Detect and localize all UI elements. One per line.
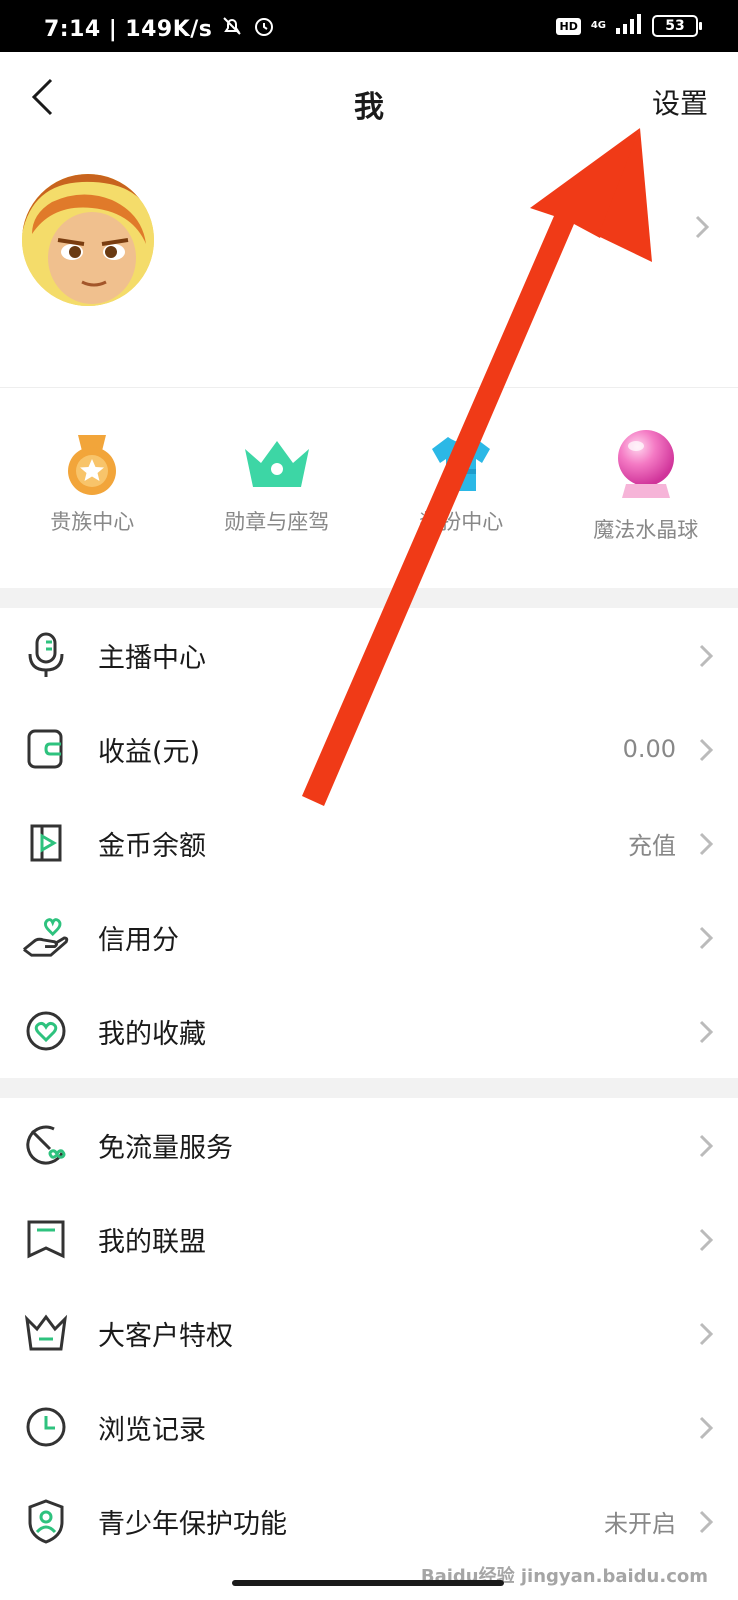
status-speed: 149K/s [125,16,213,42]
profile-card[interactable] [0,150,738,380]
chevron-right-icon [695,215,710,239]
recharge-link[interactable]: 充值 [628,826,676,861]
quick-links: 贵族中心 勋章与座驾 装扮中心 魔法水晶球 [0,410,738,580]
menu-row-alliance[interactable]: 我的联盟 [0,1192,738,1286]
status-left: 7:14 | 149K/s [44,14,276,44]
menu-row-credit-score[interactable]: 信用分 [0,890,738,984]
section-gap [0,1078,738,1098]
home-indicator[interactable] [232,1580,504,1586]
tshirt-icon [425,428,497,500]
chevron-right-icon [699,1134,714,1158]
data-free-icon [22,1121,70,1169]
hd-badge: HD [556,17,581,35]
menu-label: 信用分 [98,924,179,956]
menu-row-streamer-center[interactable]: 主播中心 [0,608,738,702]
microphone-icon [22,631,70,679]
page-title: 我 [354,90,384,125]
menu-row-history[interactable]: 浏览记录 [0,1380,738,1474]
quick-link-crystal-ball[interactable]: 魔法水晶球 [554,410,738,580]
network-type: 4G [590,20,606,31]
alarm-icon [252,14,276,44]
menu-label: 我的联盟 [98,1226,206,1258]
status-right: HD 4G 53 [556,14,702,38]
vip-crown-icon [22,1309,70,1357]
wallet-icon [22,725,70,773]
mute-icon [220,14,244,44]
menu-label: 收益(元) [98,736,201,768]
menu-row-earnings[interactable]: 收益(元) 0.00 [0,702,738,796]
heart-circle-icon [22,1007,70,1055]
chevron-right-icon [699,1228,714,1252]
quick-link-label: 勋章与座驾 [224,510,330,534]
divider [0,387,738,388]
menu-row-favorites[interactable]: 我的收藏 [0,984,738,1078]
chevron-right-icon [699,832,714,856]
noble-medal-icon [56,428,128,500]
menu-value: 0.00 [622,735,676,763]
chevron-right-icon [699,926,714,950]
status-time: 7:14 [44,16,101,42]
quick-link-label: 装扮中心 [419,510,504,534]
chevron-right-icon [699,1322,714,1346]
avatar[interactable] [22,174,154,306]
quick-link-medals[interactable]: 勋章与座驾 [185,410,370,580]
settings-button[interactable]: 设置 [652,82,708,122]
menu-value: 未开启 [604,1509,676,1538]
nav-bar: 我 设置 [0,52,738,148]
menu-label: 大客户特权 [98,1320,233,1352]
quick-link-label: 贵族中心 [50,510,135,534]
menu-group-2: 免流量服务 我的联盟 大客户特权 浏览记录 青少年保护功能 未开启 [0,1098,738,1568]
section-gap [0,588,738,608]
menu-label: 青少年保护功能 [98,1508,287,1540]
signal-icon [616,14,642,38]
chevron-right-icon [699,644,714,668]
chevron-right-icon [699,1510,714,1534]
menu-label: 我的收藏 [98,1018,206,1050]
quick-link-noble[interactable]: 贵族中心 [0,410,185,580]
crystal-ball-icon [610,428,682,500]
quick-link-dressup[interactable]: 装扮中心 [369,410,554,580]
menu-row-vip-privilege[interactable]: 大客户特权 [0,1286,738,1380]
menu-row-teen-protection[interactable]: 青少年保护功能 未开启 [0,1474,738,1568]
menu-label: 金币余额 [98,830,206,862]
battery-icon: 53 [652,15,702,37]
hand-heart-icon [22,913,70,961]
clock-icon [22,1403,70,1451]
menu-row-data-free[interactable]: 免流量服务 [0,1098,738,1192]
menu-label: 主播中心 [98,642,206,674]
chevron-right-icon [699,738,714,762]
shield-user-icon [22,1497,70,1545]
menu-group-1: 主播中心 收益(元) 0.00 金币余额 充值 信用分 我的收藏 [0,608,738,1078]
banner-icon [22,1215,70,1263]
menu-label: 免流量服务 [98,1132,233,1164]
coin-play-icon [22,819,70,867]
quick-link-label: 魔法水晶球 [593,518,699,542]
crown-icon [241,428,313,500]
chevron-right-icon [699,1416,714,1440]
menu-label: 浏览记录 [98,1414,206,1446]
menu-row-coin-balance[interactable]: 金币余额 充值 [0,796,738,890]
status-bar: 7:14 | 149K/s HD 4G 53 [0,0,738,52]
chevron-right-icon [699,1020,714,1044]
